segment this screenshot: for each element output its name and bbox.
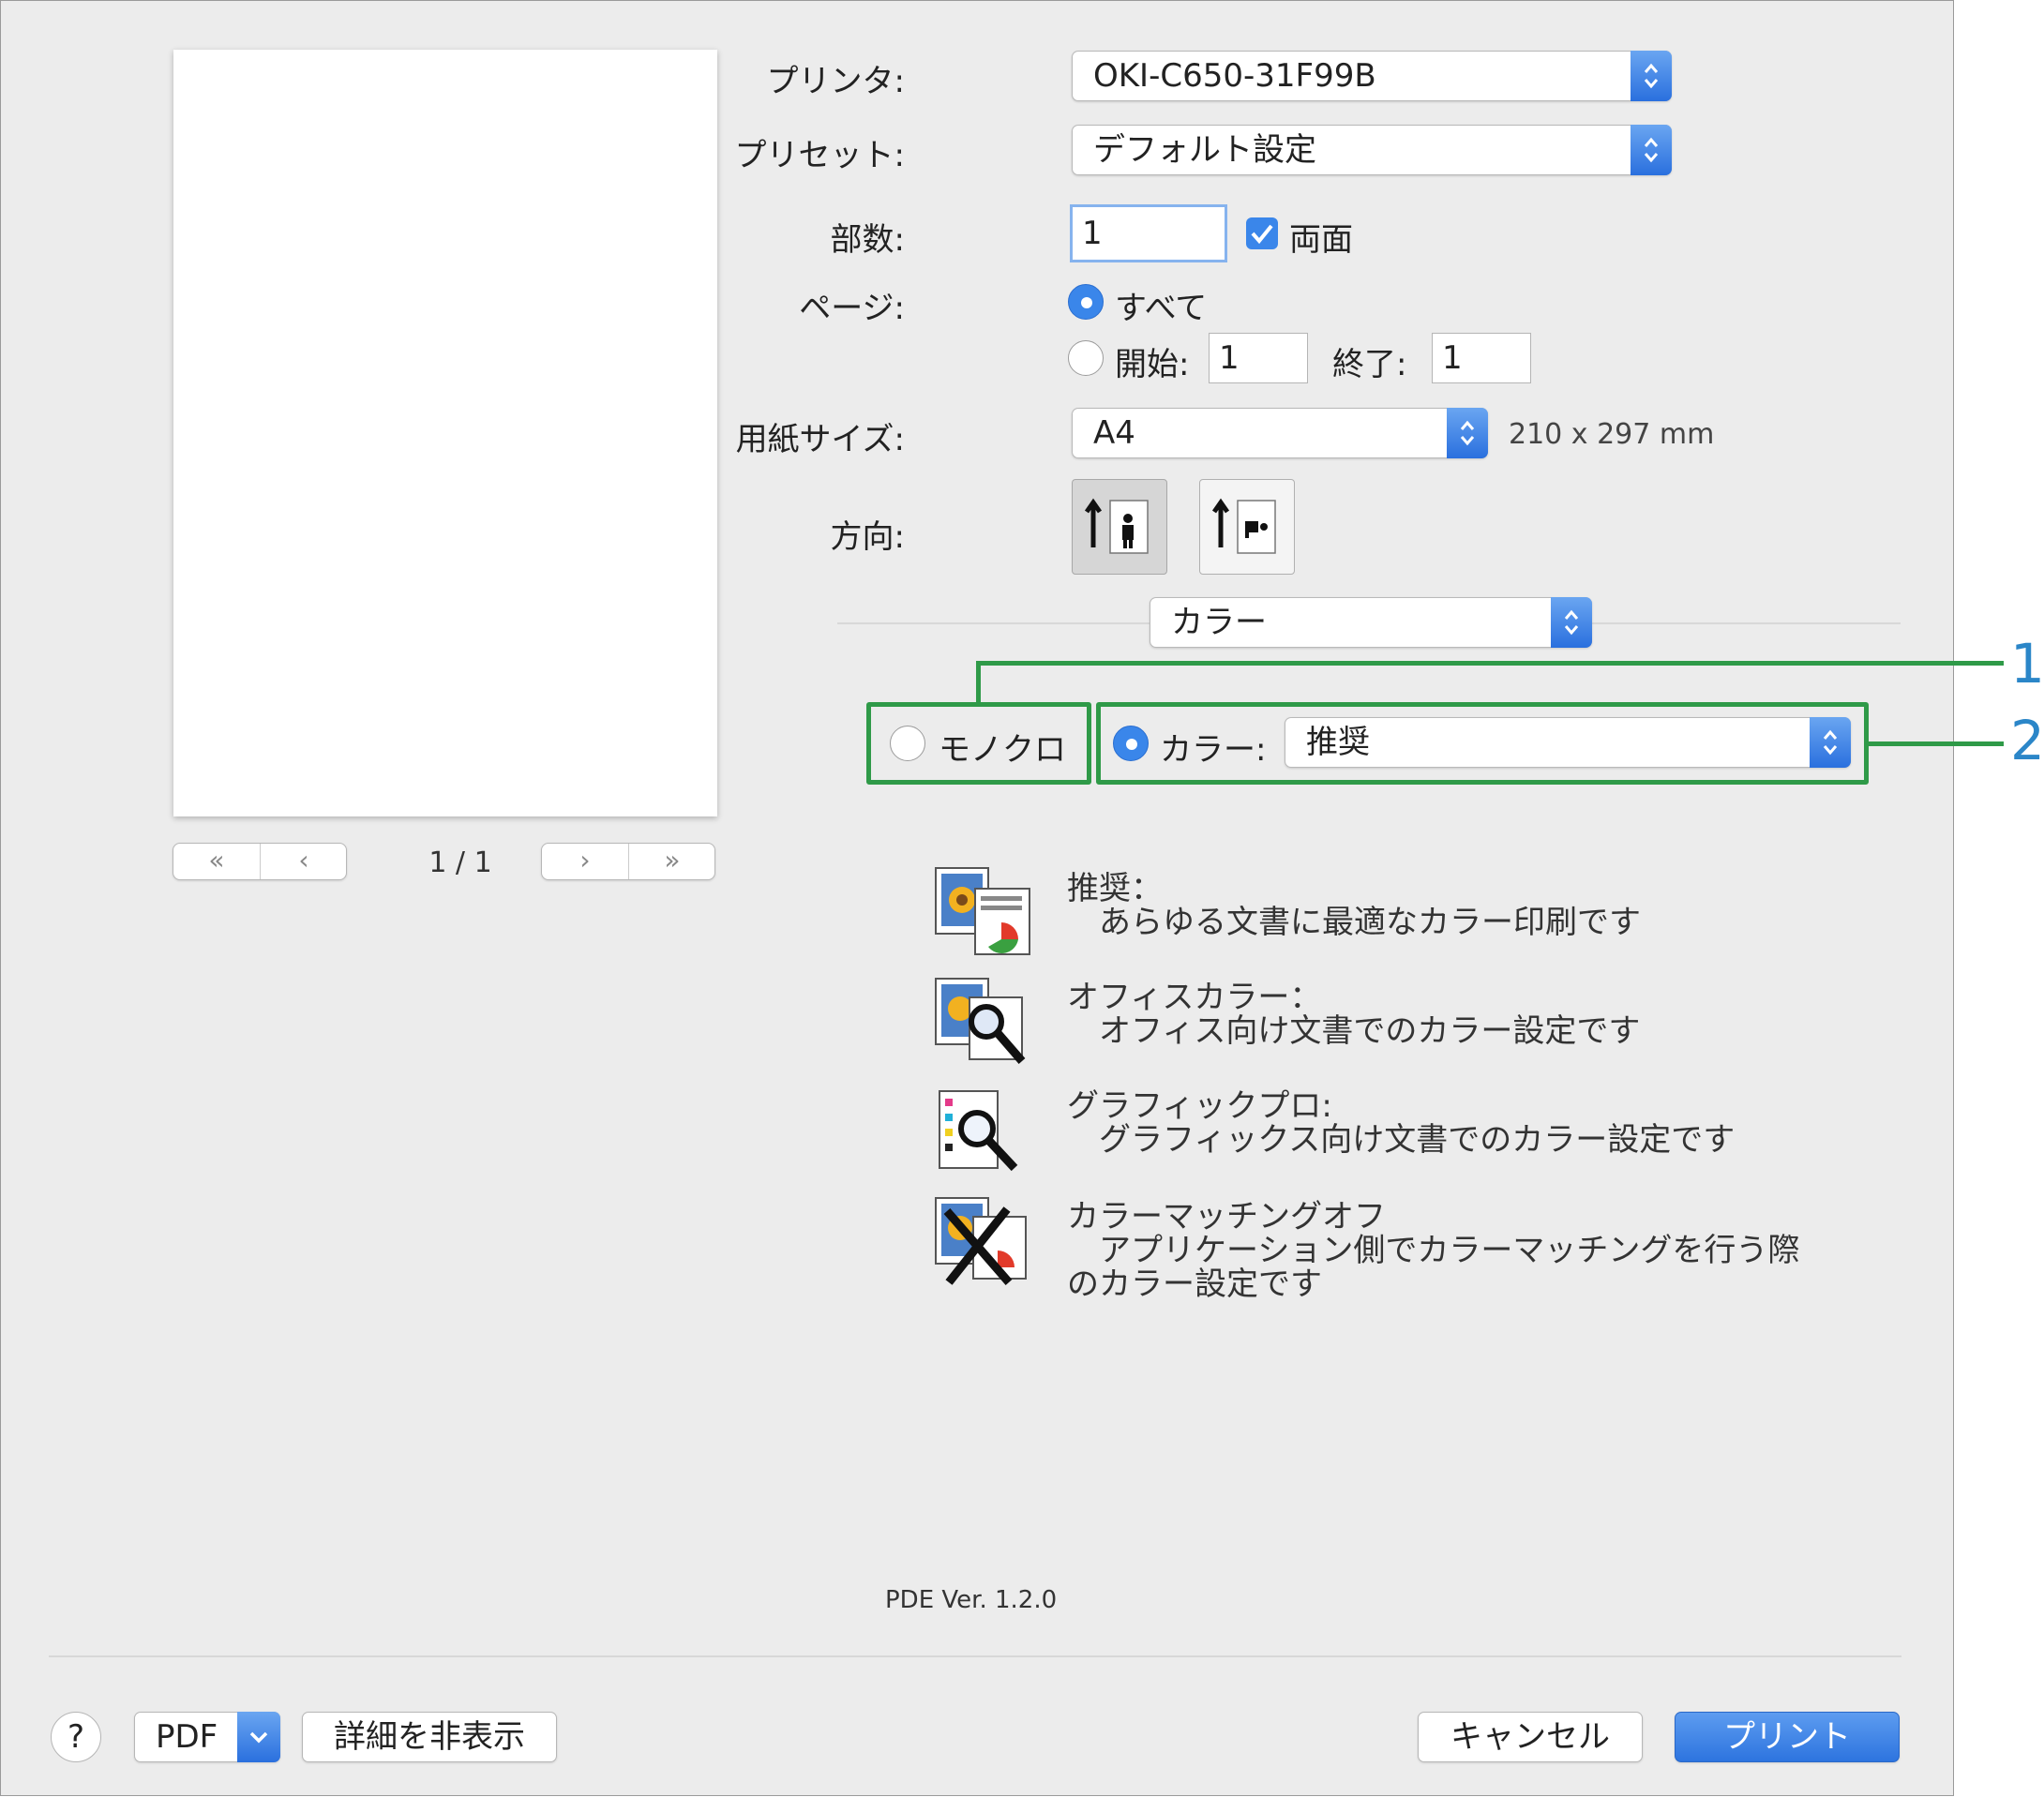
copies-input[interactable]: 1: [1070, 204, 1227, 262]
preview-forward-buttons: › »: [541, 843, 715, 880]
hide-details-button[interactable]: 詳細を非表示: [302, 1712, 557, 1762]
checkmark-icon: [1251, 224, 1273, 245]
paper-size-select[interactable]: A4: [1072, 408, 1488, 458]
pages-to-input[interactable]: 1: [1432, 333, 1531, 383]
first-page-button[interactable]: «: [173, 844, 261, 879]
office-color-description: オフィス向け文書でのカラー設定です: [1099, 1012, 1641, 1050]
printer-select[interactable]: OKI-C650-31F99B: [1072, 51, 1672, 101]
duplex-label: 両面: [1289, 221, 1353, 259]
printer-label: プリンタ:: [766, 63, 905, 100]
pages-from-label: 開始:: [1115, 346, 1190, 383]
portrait-orientation-icon: [1084, 498, 1149, 554]
color-select[interactable]: 推奨: [1285, 717, 1851, 768]
copies-label: 部数:: [830, 221, 905, 259]
callout-number-1: 1: [2010, 632, 2044, 696]
chevron-updown-icon: [1447, 408, 1488, 458]
pages-all-label: すべて: [1115, 290, 1208, 327]
pages-from-input[interactable]: 1: [1209, 333, 1308, 383]
help-button[interactable]: ?: [51, 1712, 101, 1762]
preset-label: プリセット:: [734, 137, 905, 174]
pages-to-label: 終了:: [1332, 346, 1407, 383]
previous-page-button[interactable]: ‹: [261, 844, 347, 879]
chevron-updown-icon: [1631, 51, 1672, 101]
orientation-label: 方向:: [830, 518, 905, 556]
chevron-down-icon: [237, 1712, 280, 1762]
page-preview: [173, 50, 717, 816]
monochrome-label: モノクロ: [939, 731, 1066, 769]
monochrome-radio[interactable]: [890, 726, 925, 761]
pdf-label: PDF: [156, 1718, 218, 1756]
callout-number-2: 2: [2010, 709, 2044, 772]
landscape-orientation-icon: [1211, 498, 1276, 554]
pages-all-radio[interactable]: [1068, 284, 1104, 320]
callout-1-line-vertical: [976, 661, 981, 704]
paper-size-label: 用紙サイズ:: [735, 421, 905, 458]
print-button[interactable]: プリント: [1675, 1712, 1900, 1762]
paper-dimensions: 210 x 297 mm: [1509, 418, 1715, 451]
color-select-value: 推奨: [1306, 724, 1370, 761]
color-matching-off-description-2: のカラー設定です: [1067, 1265, 1322, 1303]
chevron-updown-icon: [1631, 125, 1672, 175]
paper-size-value: A4: [1093, 414, 1135, 452]
color-matching-off-icon: [932, 1194, 1035, 1288]
pdf-menu-button[interactable]: PDF: [134, 1712, 280, 1762]
help-icon: ?: [67, 1718, 85, 1756]
pages-range-radio[interactable]: [1068, 340, 1104, 376]
recommended-color-icon: [932, 864, 1035, 958]
landscape-button[interactable]: [1199, 479, 1295, 575]
printer-value: OKI-C650-31F99B: [1093, 57, 1376, 95]
chevron-updown-icon: [1810, 717, 1851, 768]
color-label: カラー:: [1160, 731, 1267, 769]
next-page-button[interactable]: ›: [542, 844, 629, 879]
callout-1-line-horizontal: [976, 661, 2004, 666]
last-page-button[interactable]: »: [629, 844, 715, 879]
color-radio[interactable]: [1113, 726, 1149, 761]
pages-label: ページ:: [799, 290, 905, 327]
panel-select[interactable]: カラー: [1150, 597, 1592, 648]
page-indicator: 1 / 1: [428, 846, 492, 879]
duplex-checkbox[interactable]: [1246, 217, 1278, 249]
preset-select[interactable]: デフォルト設定: [1072, 125, 1672, 175]
footer-divider: [49, 1655, 1901, 1657]
graphic-pro-description: グラフィックス向け文書でのカラー設定です: [1099, 1121, 1736, 1159]
preset-value: デフォルト設定: [1093, 131, 1316, 169]
office-color-icon: [932, 975, 1035, 1069]
graphic-pro-icon: [934, 1086, 1037, 1179]
cancel-button[interactable]: キャンセル: [1418, 1712, 1643, 1762]
recommended-description: あらゆる文書に最適なカラー印刷です: [1099, 904, 1641, 941]
pde-version: PDE Ver. 1.2.0: [885, 1586, 1058, 1614]
chevron-updown-icon: [1551, 597, 1592, 648]
callout-2-line: [1867, 741, 2004, 746]
preview-back-buttons: « ‹: [173, 843, 347, 880]
portrait-button[interactable]: [1072, 479, 1167, 575]
panel-select-value: カラー: [1171, 604, 1267, 641]
